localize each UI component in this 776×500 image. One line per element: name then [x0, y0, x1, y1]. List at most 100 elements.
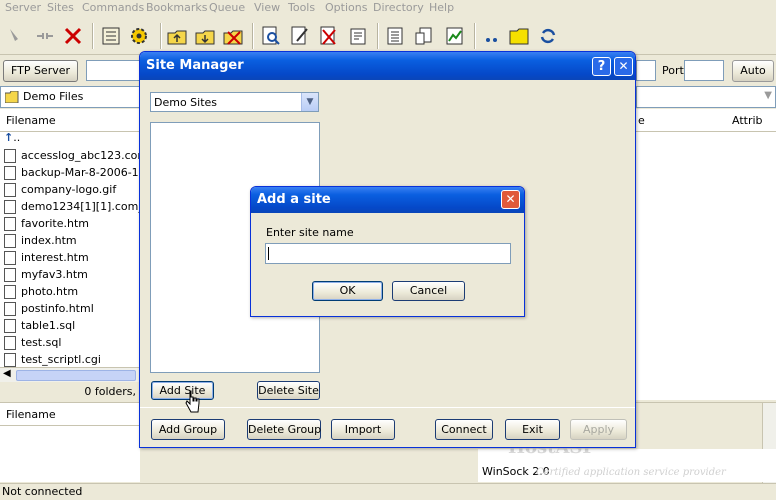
file-row[interactable]: myfav3.htm	[4, 268, 88, 285]
file-icon	[4, 285, 16, 299]
open-folder-icon	[5, 91, 19, 103]
file-row[interactable]: favorite.htm	[4, 217, 89, 234]
site-name-input[interactable]	[265, 243, 511, 264]
download-folder-icon[interactable]	[194, 25, 216, 47]
menu-options[interactable]: Options	[325, 1, 367, 14]
file-row[interactable]: interest.htm	[4, 251, 89, 268]
up-arrow-icon: ↑	[4, 131, 14, 144]
transfer-icon[interactable]	[413, 25, 435, 47]
abort-icon[interactable]	[62, 25, 84, 47]
menu-tools[interactable]: Tools	[288, 1, 315, 14]
toolbar	[0, 17, 776, 55]
file-icon	[4, 268, 16, 282]
remote-attrib-header[interactable]: Attrib	[732, 111, 763, 131]
view-icon[interactable]	[260, 25, 282, 47]
file-row[interactable]: test.sql	[4, 336, 61, 353]
scroll-thumb[interactable]	[16, 370, 136, 381]
file-icon	[4, 302, 16, 316]
menu-server[interactable]: Server	[5, 1, 41, 14]
chevron-down-icon[interactable]: ▼	[301, 93, 318, 111]
file-row[interactable]: test_scriptl.cgi	[4, 353, 101, 367]
menu-sites[interactable]: Sites	[47, 1, 74, 14]
help-button[interactable]: ?	[592, 57, 611, 76]
delete-group-button[interactable]: Delete Group	[247, 419, 321, 440]
local-folder-combo[interactable]: Demo Files	[0, 86, 140, 108]
delete-folder-icon[interactable]	[222, 25, 244, 47]
menu-help[interactable]: Help	[429, 1, 454, 14]
apply-button[interactable]: Apply	[570, 419, 627, 440]
chevron-down-icon[interactable]: ▼	[764, 90, 772, 101]
exit-button[interactable]: Exit	[505, 419, 560, 440]
file-icon	[4, 251, 16, 265]
upload-folder-icon[interactable]	[166, 25, 188, 47]
file-icon	[4, 200, 16, 214]
folder-icon[interactable]	[508, 25, 530, 47]
queue-icon[interactable]	[384, 25, 406, 47]
cancel-button[interactable]: Cancel	[392, 281, 465, 301]
add-site-button[interactable]: Add Site	[151, 381, 214, 400]
site-group-value: Demo Sites	[154, 96, 218, 109]
server-input[interactable]	[86, 60, 146, 81]
remote-folder-combo[interactable]: ▼	[636, 86, 776, 108]
local-filename-header[interactable]: Filename	[0, 111, 146, 132]
settings-icon[interactable]	[128, 25, 150, 47]
add-site-titlebar[interactable]: Add a site	[251, 187, 524, 213]
add-site-title: Add a site	[257, 192, 331, 207]
site-manager-titlebar[interactable]: Site Manager	[140, 52, 635, 80]
file-row[interactable]: postinfo.html	[4, 302, 94, 319]
mouse-cursor-icon	[185, 390, 200, 413]
ok-button[interactable]: OK	[312, 281, 383, 301]
disconnect-icon[interactable]	[34, 25, 56, 47]
menu-bar: Server Sites Commands Bookmarks Queue Vi…	[0, 0, 776, 16]
remote-size-header[interactable]: e	[638, 111, 645, 131]
reconnect-icon[interactable]	[537, 25, 559, 47]
connect-button[interactable]: Connect	[435, 419, 493, 440]
text-caret	[268, 247, 269, 260]
remote-header: e Attrib	[636, 111, 776, 132]
local-folder-label: Demo Files	[23, 90, 84, 103]
ftp-server-button[interactable]: FTP Server	[3, 60, 78, 82]
menu-directory[interactable]: Directory	[373, 1, 424, 14]
password-input-fragment[interactable]	[636, 60, 656, 81]
file-row[interactable]: photo.htm	[4, 285, 78, 302]
auto-button[interactable]: Auto	[732, 60, 774, 82]
log-pane: WinSock 2.0 HostASP Certified applicatio…	[478, 437, 776, 482]
queue-filename-header[interactable]: Filename	[0, 405, 146, 426]
import-button[interactable]: Import	[331, 419, 395, 440]
file-row[interactable]: company-logo.gif	[4, 183, 116, 200]
site-group-select[interactable]: Demo Sites ▼	[150, 92, 319, 112]
edit-icon[interactable]	[289, 25, 311, 47]
file-row[interactable]: index.htm	[4, 234, 77, 251]
file-icon	[4, 353, 16, 367]
menu-commands[interactable]: Commands	[82, 1, 144, 14]
file-row[interactable]: accesslog_abc123.com_	[4, 149, 154, 166]
close-button[interactable]: ✕	[501, 190, 520, 209]
file-row[interactable]: table1.sql	[4, 319, 75, 336]
close-button[interactable]: ✕	[614, 57, 633, 76]
local-hscrollbar[interactable]: ◀	[0, 367, 140, 382]
file-icon	[4, 234, 16, 248]
menu-view[interactable]: View	[254, 1, 280, 14]
site-manager-title: Site Manager	[146, 58, 244, 73]
menu-bookmarks[interactable]: Bookmarks	[146, 1, 207, 14]
port-label: Port	[662, 64, 684, 77]
delete-site-button[interactable]: Delete Site	[257, 381, 320, 400]
refresh-icon[interactable]	[444, 25, 466, 47]
file-icon	[4, 217, 16, 231]
file-row[interactable]: backup-Mar-8-2006-1.ta	[4, 166, 153, 183]
properties-icon[interactable]	[347, 25, 369, 47]
scroll-left-icon[interactable]: ◀	[3, 368, 11, 379]
file-icon	[4, 149, 16, 163]
local-file-list: Filename ↑.. accesslog_abc123.com_ backu…	[0, 109, 158, 367]
site-manager-icon[interactable]	[100, 25, 122, 47]
file-icon	[4, 166, 16, 180]
status-bar: Not connected	[0, 483, 776, 500]
add-group-button[interactable]: Add Group	[151, 419, 225, 440]
file-row[interactable]: demo1234[1][1].com_20	[4, 200, 158, 217]
port-input[interactable]	[684, 60, 724, 81]
quote-icon[interactable]	[481, 25, 503, 47]
parent-dir-row[interactable]: ↑..	[4, 131, 20, 148]
menu-queue[interactable]: Queue	[209, 1, 245, 14]
connect-icon[interactable]	[6, 25, 28, 47]
delete-icon[interactable]	[318, 25, 340, 47]
